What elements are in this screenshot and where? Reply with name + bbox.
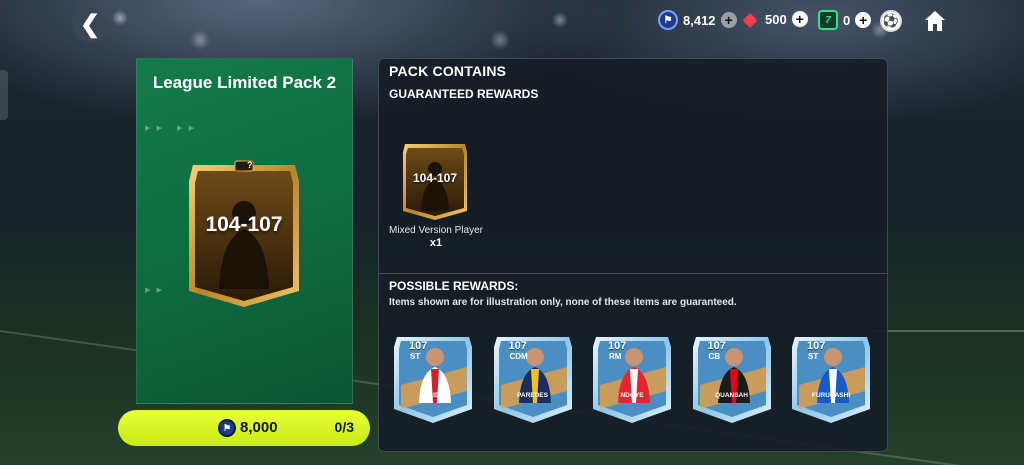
add-fc-points-icon[interactable]: + [720, 12, 737, 28]
player-name: QUANSAH [715, 392, 748, 399]
add-gems-icon[interactable]: + [791, 11, 808, 27]
gem-balance[interactable]: ◆ 500 + [740, 10, 808, 28]
side-drawer-handle[interactable] [0, 70, 8, 120]
token-icon: 7 [818, 10, 838, 30]
reward-player-card[interactable]: 107 RM NDOYE [592, 331, 672, 425]
guaranteed-heading: GUARANTEED REWARDS [389, 87, 539, 101]
player-card-frame [493, 337, 572, 423]
player-position: ST [410, 352, 421, 361]
guaranteed-card-rating: 104-107 [412, 171, 458, 185]
player-name: COLIDIO [419, 392, 447, 399]
gem-value: 500 [765, 11, 787, 27]
reward-player-card[interactable]: 107 CB QUANSAH [692, 331, 772, 425]
player-rating: 107 [707, 340, 726, 352]
fc-points-icon: ⚑ [658, 10, 678, 30]
decorative-arrows: ▸▸ [145, 284, 169, 296]
pitch-line [874, 330, 1024, 332]
player-card-frame [394, 337, 472, 423]
pack-price: 8,000 [240, 419, 278, 436]
panel-heading: PACK CONTAINS [389, 63, 507, 79]
section-divider [379, 273, 887, 274]
pack-title: League Limited Pack 2 [152, 73, 337, 92]
player-card-frame [593, 337, 671, 423]
pack-contents-panel: PACK CONTAINS GUARANTEED REWARDS 104-107… [378, 58, 888, 452]
chevron-left-icon: ❮ [79, 10, 101, 38]
home-icon[interactable] [922, 8, 948, 34]
guaranteed-label: Mixed Version Player [389, 225, 483, 236]
fc-points-value: 8,412 [683, 12, 716, 28]
pack-card[interactable]: League Limited Pack 2 ▸▸ ▸▸ ▸▸ ? 104-107 [136, 58, 353, 404]
player-name: FURUHASHI [811, 392, 851, 399]
fc-points-icon: ⚑ [218, 419, 236, 437]
reward-player-card[interactable]: 107 ST FURUHASHI [791, 331, 871, 425]
player-position: RM [609, 352, 622, 361]
token-balance[interactable]: 7 0 + [818, 10, 872, 30]
player-card-frame [792, 337, 870, 423]
purchase-limit: 0/3 [334, 419, 354, 435]
possible-rewards-heading: POSSIBLE REWARDS: [389, 279, 519, 293]
player-name: NDOYE [620, 392, 644, 399]
add-tokens-icon[interactable]: + [855, 12, 872, 28]
gem-icon: ◆ [743, 9, 757, 29]
reward-player-card[interactable]: 107 ST COLIDIO [393, 331, 473, 425]
mystery-badge: ? [247, 160, 253, 170]
buy-pack-button[interactable]: ⚑ 8,000 0/3 [118, 410, 370, 446]
player-rating: 107 [508, 340, 527, 352]
player-card-frame [692, 337, 771, 423]
player-rating: 107 [608, 340, 627, 352]
pack-card-rating: 104-107 [205, 213, 283, 236]
football-icon[interactable]: ⚽ [880, 10, 902, 32]
token-value: 0 [843, 12, 851, 28]
possible-rewards-note: Items shown are for illustration only, n… [389, 297, 737, 308]
player-position: CB [708, 352, 721, 361]
player-position: ST [808, 352, 819, 361]
back-button[interactable]: ❮ [72, 6, 108, 42]
reward-player-card[interactable]: 107 CDM PAREDES [493, 331, 573, 425]
player-name: PAREDES [517, 392, 548, 399]
player-rating: 107 [409, 340, 428, 352]
player-rating: 107 [807, 340, 826, 352]
player-position: CDM [509, 352, 528, 361]
decorative-arrows: ▸▸ ▸▸ [145, 122, 201, 134]
fc-points-balance[interactable]: ⚑ 8,412 + [658, 10, 737, 30]
guaranteed-quantity: x1 [429, 237, 443, 249]
